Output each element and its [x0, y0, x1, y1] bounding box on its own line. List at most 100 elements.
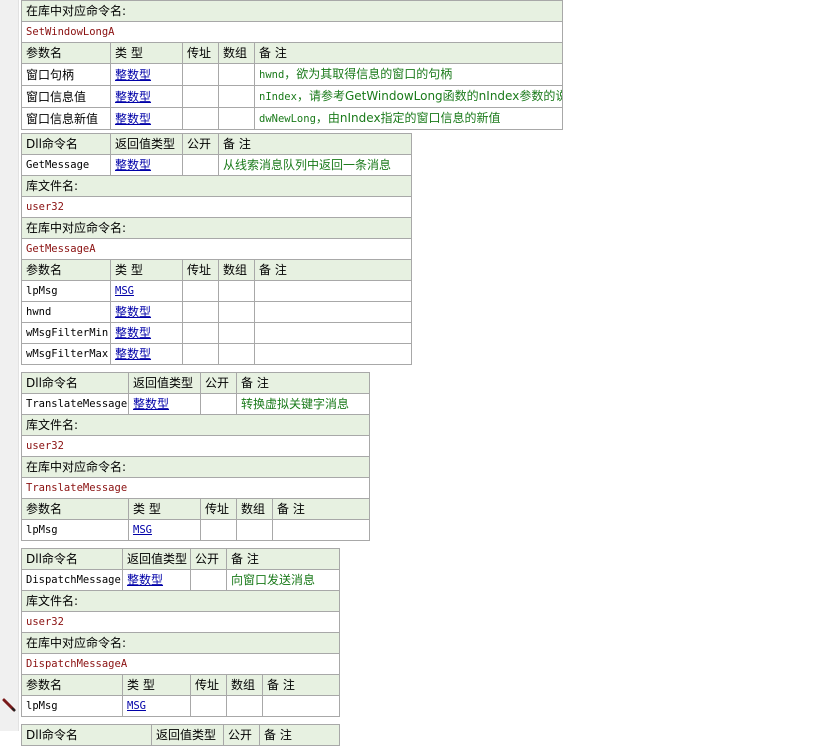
type-header: 类 型 [110, 259, 183, 281]
param-array-cell[interactable] [226, 695, 263, 717]
param-array-cell[interactable] [236, 519, 273, 541]
param-byref-cell[interactable] [182, 301, 219, 323]
param-byref-cell[interactable] [182, 107, 219, 130]
param-name[interactable]: lpMsg [21, 280, 111, 302]
param-row[interactable]: lpMsg MSG [21, 280, 413, 302]
param-remark[interactable] [253, 280, 413, 302]
dll-remark[interactable]: 向窗口发送消息 [225, 569, 341, 591]
param-remark[interactable] [271, 519, 371, 541]
remark-header: 备 注 [235, 372, 371, 394]
byref-header: 传址 [182, 259, 219, 281]
lib-file-value[interactable]: user32 [20, 611, 341, 633]
lib-cmd-label: 在库中对应命令名: [20, 456, 371, 478]
dll-cmd-row[interactable]: TranslateMessage 整数型 转换虚拟关键字消息 [21, 393, 371, 415]
dll-remark[interactable]: 从线索消息队列中返回一条消息 [217, 154, 413, 176]
param-type-link[interactable]: MSG [122, 695, 191, 717]
param-array-cell[interactable] [218, 280, 255, 302]
lib-cmd-value[interactable]: GetMessageA [20, 238, 413, 260]
array-header: 数组 [236, 498, 273, 520]
dll-cmd-name[interactable]: TranslateMessage [21, 393, 129, 415]
dll-table-next: Dll命令名 返回值类型 公开 备 注 [21, 724, 340, 746]
lib-cmd-value[interactable]: TranslateMessage [20, 477, 371, 499]
param-type-link[interactable]: 整数型 [110, 301, 183, 323]
param-remark[interactable] [253, 322, 413, 344]
dll-table-set-window-long: 在库中对应命令名: SetWindowLongA 参数名 类 型 传址 数组 备… [20, 0, 564, 130]
dll-cmd-header: Dll命令名 [21, 548, 123, 570]
param-row[interactable]: 窗口信息新值 整数型 dwNewLong，由nIndex指定的窗口信息的新值 [21, 107, 564, 130]
param-remark[interactable]: nIndex，请参考GetWindowLong函数的nIndex参数的说明 [253, 85, 564, 108]
lib-cmd-value[interactable]: SetWindowLongA [20, 21, 564, 43]
param-name[interactable]: lpMsg [21, 519, 129, 541]
param-row[interactable]: lpMsg MSG [21, 695, 341, 717]
param-name[interactable]: 窗口信息新值 [21, 107, 111, 130]
param-byref-cell[interactable] [182, 85, 219, 108]
param-array-cell[interactable] [218, 63, 255, 86]
param-byref-cell[interactable] [182, 343, 219, 365]
public-cell[interactable] [190, 569, 227, 591]
param-name[interactable]: lpMsg [21, 695, 123, 717]
byref-header: 传址 [200, 498, 237, 520]
param-name[interactable]: wMsgFilterMax [21, 343, 111, 365]
param-array-cell[interactable] [218, 322, 255, 344]
dll-cmd-name[interactable]: DispatchMessage [21, 569, 123, 591]
param-type-link[interactable]: 整数型 [110, 63, 183, 86]
param-row[interactable]: hwnd 整数型 [21, 301, 413, 323]
param-name-header: 参数名 [21, 498, 129, 520]
param-remark-code: hwnd [259, 69, 285, 81]
param-row[interactable]: 窗口句柄 整数型 hwnd，欲为其取得信息的窗口的句柄 [21, 63, 564, 86]
param-remark[interactable] [253, 343, 413, 365]
param-array-cell[interactable] [218, 107, 255, 130]
ret-type-link[interactable]: 整数型 [122, 569, 191, 591]
lib-file-value[interactable]: user32 [20, 196, 413, 218]
lib-file-value[interactable]: user32 [20, 435, 371, 457]
dll-remark[interactable]: 转换虚拟关键字消息 [235, 393, 371, 415]
ret-type-link[interactable]: 整数型 [110, 154, 183, 176]
param-name[interactable]: hwnd [21, 301, 111, 323]
array-header: 数组 [218, 42, 255, 64]
type-header: 类 型 [122, 674, 191, 696]
public-cell[interactable] [200, 393, 237, 415]
param-array-cell[interactable] [218, 85, 255, 108]
lib-cmd-label: 在库中对应命令名: [20, 632, 341, 654]
param-type-link[interactable]: 整数型 [110, 343, 183, 365]
param-remark[interactable]: hwnd，欲为其取得信息的窗口的句柄 [253, 63, 564, 86]
param-row[interactable]: 窗口信息值 整数型 nIndex，请参考GetWindowLong函数的nInd… [21, 85, 564, 108]
param-byref-cell[interactable] [182, 63, 219, 86]
param-array-cell[interactable] [218, 301, 255, 323]
ret-type-header: 返回值类型 [122, 548, 191, 570]
param-name-header: 参数名 [21, 42, 111, 64]
param-name[interactable]: 窗口句柄 [21, 63, 111, 86]
remark-header: 备 注 [225, 548, 341, 570]
type-header: 类 型 [110, 42, 183, 64]
param-type-link[interactable]: 整数型 [110, 322, 183, 344]
lib-cmd-value[interactable]: DispatchMessageA [20, 653, 341, 675]
param-byref-cell[interactable] [200, 519, 237, 541]
public-cell[interactable] [182, 154, 219, 176]
param-row[interactable]: lpMsg MSG [21, 519, 371, 541]
param-type-link[interactable]: MSG [128, 519, 201, 541]
pencil-icon [2, 698, 16, 712]
param-array-cell[interactable] [218, 343, 255, 365]
param-type-link[interactable]: 整数型 [110, 107, 183, 130]
param-byref-cell[interactable] [182, 280, 219, 302]
param-name[interactable]: wMsgFilterMin [21, 322, 111, 344]
dll-cmd-row[interactable]: DispatchMessage 整数型 向窗口发送消息 [21, 569, 341, 591]
ret-type-header: 返回值类型 [151, 724, 224, 746]
param-name[interactable]: 窗口信息值 [21, 85, 111, 108]
dll-cmd-row[interactable]: GetMessage 整数型 从线索消息队列中返回一条消息 [21, 154, 413, 176]
param-remark[interactable] [253, 301, 413, 323]
param-row[interactable]: wMsgFilterMax 整数型 [21, 343, 413, 365]
param-type-link[interactable]: 整数型 [110, 85, 183, 108]
param-remark-text: ，由nIndex指定的窗口信息的新值 [315, 111, 501, 125]
param-remark-text: ，请参考GetWindowLong函数的nIndex参数的说明 [296, 89, 563, 103]
dll-cmd-name[interactable]: GetMessage [21, 154, 111, 176]
param-row[interactable]: wMsgFilterMin 整数型 [21, 322, 413, 344]
param-remark-code: nIndex [259, 91, 297, 103]
param-byref-cell[interactable] [182, 322, 219, 344]
ret-type-link[interactable]: 整数型 [128, 393, 201, 415]
param-type-link[interactable]: MSG [110, 280, 183, 302]
param-remark[interactable] [261, 695, 341, 717]
dll-table-translate-message: Dll命令名 返回值类型 公开 备 注 TranslateMessage 整数型… [20, 372, 371, 541]
param-remark[interactable]: dwNewLong，由nIndex指定的窗口信息的新值 [253, 107, 564, 130]
param-byref-cell[interactable] [190, 695, 227, 717]
